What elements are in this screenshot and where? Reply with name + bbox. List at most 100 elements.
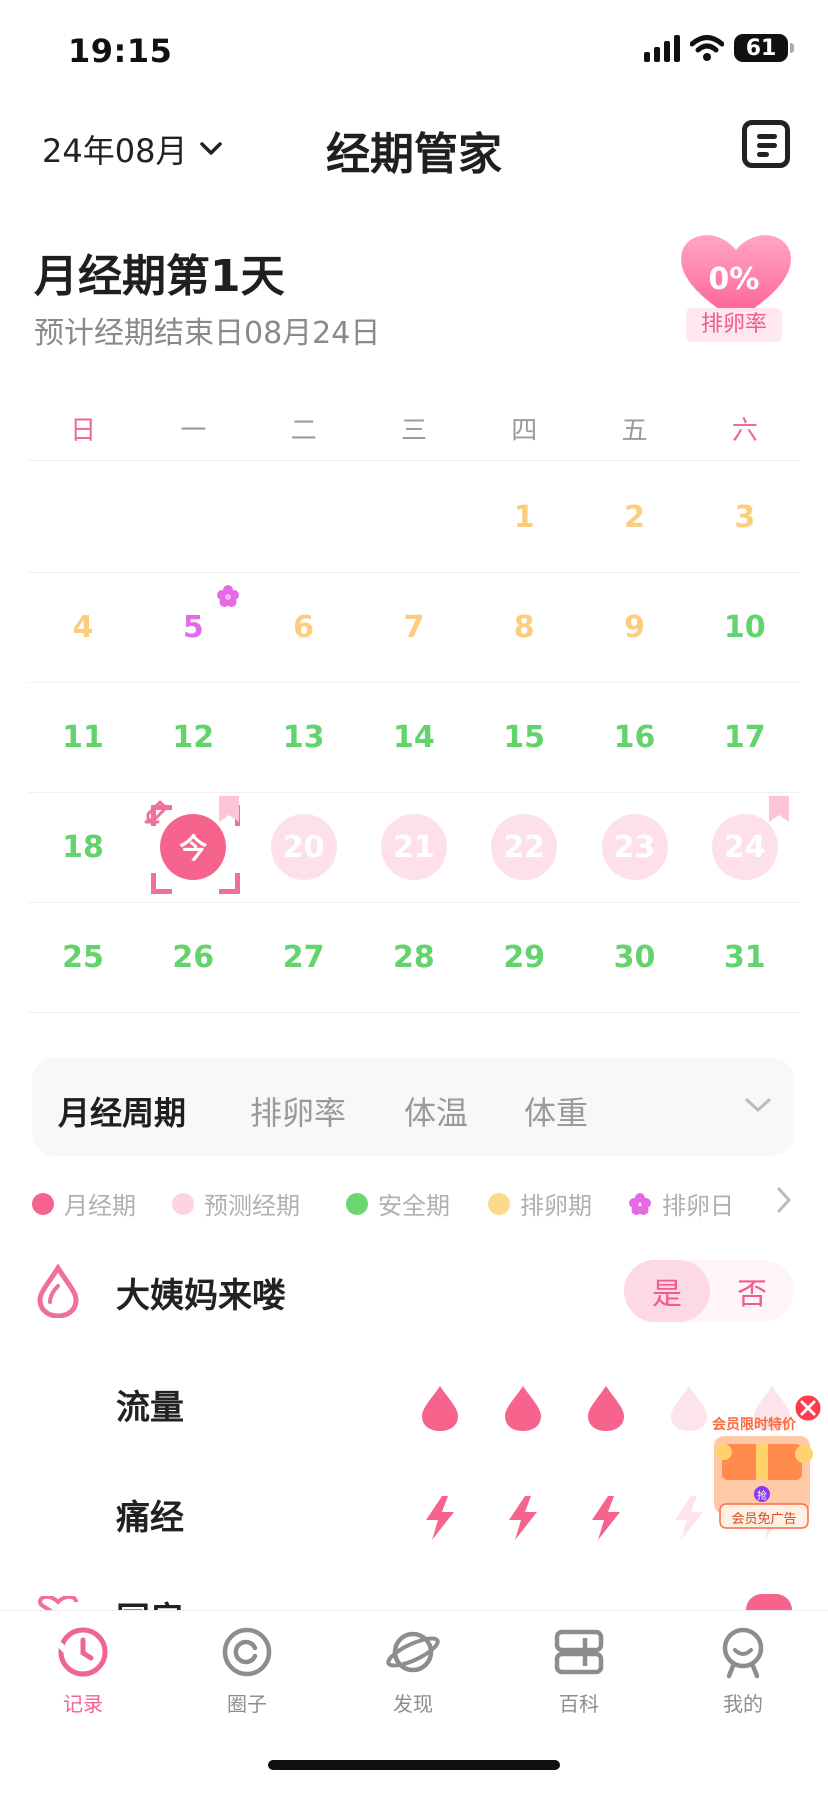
tab-cycle[interactable]: 月经周期 <box>58 1088 186 1134</box>
flower-icon <box>217 585 239 607</box>
yes-button[interactable]: 是 <box>624 1260 710 1322</box>
calendar-day[interactable]: 7 <box>359 572 469 682</box>
lightning-icon[interactable] <box>584 1494 628 1542</box>
day-number: 23 <box>601 814 668 880</box>
calendar-day[interactable]: 6 <box>249 572 359 682</box>
day-number: 22 <box>491 814 558 880</box>
calendar-day[interactable]: 30 <box>580 902 690 1012</box>
cramps-label: 痛经 <box>116 1498 184 1538</box>
weekday: 日 <box>70 416 97 446</box>
drop-icon[interactable] <box>418 1384 462 1432</box>
calendar-day[interactable]: 8 <box>469 572 579 682</box>
wifi-icon <box>690 35 724 61</box>
calendar-day[interactable]: 26 <box>138 902 248 1012</box>
chevron-right-icon[interactable] <box>776 1186 792 1214</box>
nav-circle[interactable]: 圈子 <box>192 1624 302 1717</box>
calendar-day[interactable]: 14 <box>359 682 469 792</box>
no-button[interactable]: 否 <box>710 1260 794 1322</box>
weekday: 四 <box>511 416 538 446</box>
calendar-day[interactable]: 2 <box>580 462 690 572</box>
calendar-day[interactable]: 15 <box>469 682 579 792</box>
calendar-day[interactable]: 13 <box>249 682 359 792</box>
drop-icon[interactable] <box>501 1384 545 1432</box>
tab-temperature[interactable]: 体温 <box>404 1088 468 1134</box>
legend-dot <box>488 1192 510 1215</box>
legend-label: 安全期 <box>378 1192 450 1220</box>
row-divider <box>28 1012 800 1013</box>
legend-ovulation: 排卵期 <box>488 1186 592 1221</box>
signal-icon <box>644 34 680 62</box>
calendar-day[interactable]: 28 <box>359 902 469 1012</box>
ovulation-rate-badge[interactable]: 0% 排卵率 <box>676 230 796 350</box>
battery-icon: 61 <box>734 34 794 62</box>
month-selector[interactable]: 24年08月 <box>42 126 223 172</box>
calendar-day[interactable]: 12 <box>138 682 248 792</box>
calendar-day[interactable]: 23 <box>580 792 690 902</box>
bookmark-icon <box>219 796 239 822</box>
legend-predicted: 预测经期 <box>172 1186 300 1221</box>
add-button[interactable] <box>746 1594 792 1610</box>
circle-icon <box>222 1627 272 1677</box>
nav-label: 百科 <box>559 1692 599 1716</box>
flow-label: 流量 <box>116 1388 184 1428</box>
legend-safe: 安全期 <box>346 1186 450 1221</box>
calendar-day[interactable]: 11 <box>28 682 138 792</box>
weekday: 三 <box>400 416 427 446</box>
calendar-day[interactable]: 4 <box>28 572 138 682</box>
weekday: 一 <box>180 416 207 446</box>
day-number: 20 <box>270 814 337 880</box>
status-time: 19:15 <box>68 32 173 70</box>
tab-weight[interactable]: 体重 <box>524 1088 588 1134</box>
calendar-day[interactable]: 17 <box>690 682 800 792</box>
intimacy-row-label: 同房 <box>116 1592 184 1610</box>
ovulation-rate-value: 0% <box>708 262 760 297</box>
drop-icon <box>37 1264 79 1318</box>
legend-dot <box>172 1192 194 1215</box>
bookmark-icon <box>769 796 789 822</box>
drop-icon[interactable] <box>584 1384 628 1432</box>
calendar-day[interactable]: 22 <box>469 792 579 902</box>
legend-dot <box>32 1192 54 1215</box>
legend-label: 排卵日 <box>662 1192 734 1220</box>
tab-ovulation[interactable]: 排卵率 <box>250 1088 346 1134</box>
lightning-icon[interactable] <box>418 1494 462 1542</box>
calendar-day[interactable]: 16 <box>580 682 690 792</box>
weekday: 二 <box>290 416 317 446</box>
calendar-day[interactable]: 21 <box>359 792 469 902</box>
legend-label: 排卵期 <box>520 1192 592 1220</box>
nav-mine[interactable]: 我的 <box>688 1624 798 1717</box>
today-frame <box>151 873 173 894</box>
promo-headline: 会员限时特价 <box>712 1417 796 1433</box>
nav-label: 我的 <box>723 1692 763 1716</box>
chevron-down-icon[interactable] <box>744 1096 772 1114</box>
planet-icon <box>386 1631 440 1673</box>
lightning-icon[interactable] <box>501 1494 545 1542</box>
status-icons: 61 <box>644 34 794 62</box>
legend-label: 预测经期 <box>204 1192 300 1220</box>
nav-discover[interactable]: 发现 <box>358 1624 468 1717</box>
calendar-day[interactable]: 27 <box>249 902 359 1012</box>
book-icon <box>554 1629 604 1675</box>
legend-ovulation-day: 排卵日 <box>628 1186 734 1221</box>
period-end-estimate: 预计经期结束日08月24日 <box>34 316 381 351</box>
period-toggle: 是 否 <box>624 1260 794 1322</box>
notes-button[interactable] <box>742 120 790 168</box>
calendar-day[interactable]: 20 <box>249 792 359 902</box>
ovulation-rate-label: 排卵率 <box>686 308 782 342</box>
edit-icon[interactable] <box>144 800 172 824</box>
nav-encyclopedia[interactable]: 百科 <box>524 1624 634 1717</box>
flower-icon <box>629 1192 651 1215</box>
calendar-day[interactable]: 10 <box>690 572 800 682</box>
face-icon <box>722 1627 764 1679</box>
home-indicator <box>268 1760 560 1770</box>
nav-record[interactable]: 记录 <box>28 1624 138 1717</box>
calendar-day[interactable]: 18 <box>28 792 138 902</box>
calendar-day[interactable]: 31 <box>690 902 800 1012</box>
calendar-day[interactable]: 3 <box>690 462 800 572</box>
calendar-day[interactable]: 9 <box>580 572 690 682</box>
calendar-day[interactable]: 29 <box>469 902 579 1012</box>
calendar-day[interactable]: 1 <box>469 462 579 572</box>
member-promo[interactable]: 会员限时特价 抢 会员免广告 <box>700 1392 824 1532</box>
calendar-day[interactable]: 25 <box>28 902 138 1012</box>
day-number: 21 <box>380 814 447 880</box>
